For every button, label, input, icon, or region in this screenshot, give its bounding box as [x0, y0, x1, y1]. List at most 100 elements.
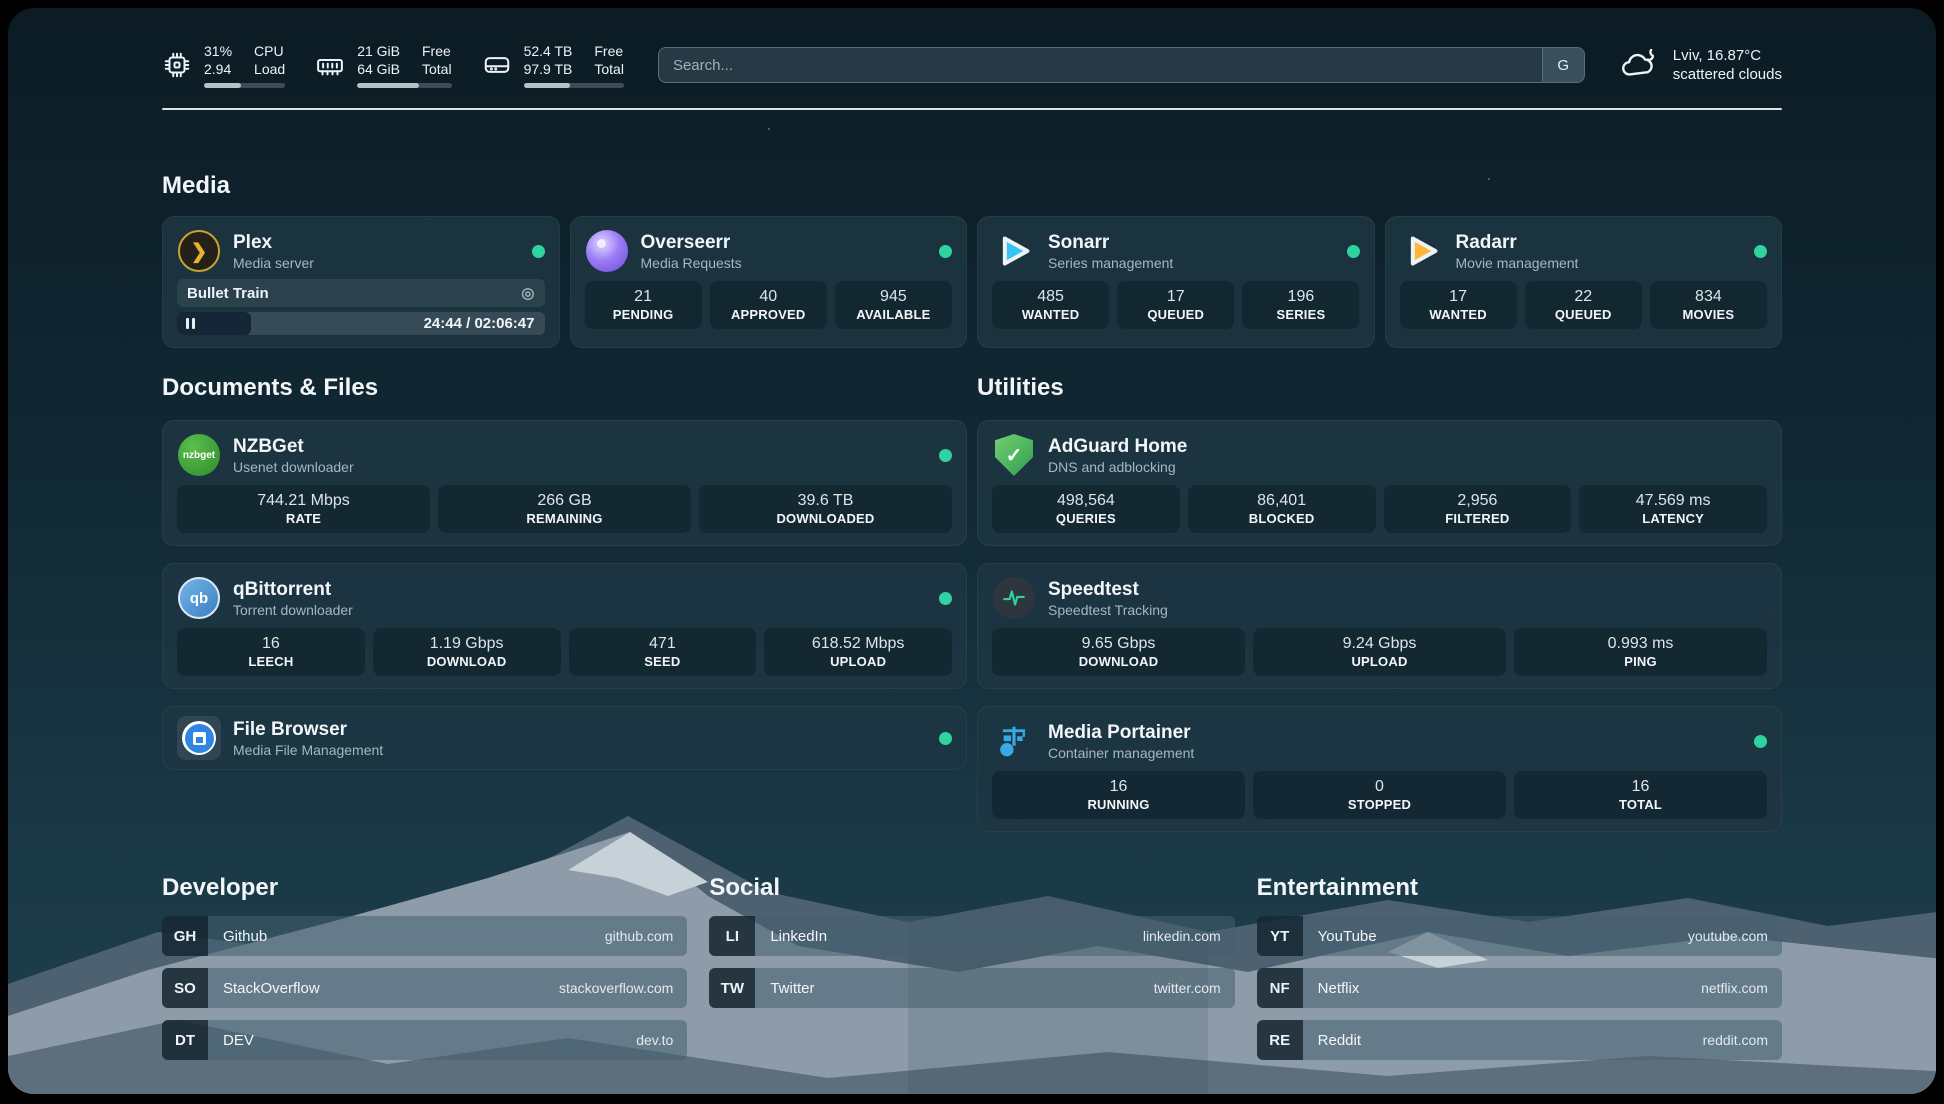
stat-box: 47.569 ms LATENCY: [1579, 485, 1767, 533]
stat-label: DOWNLOADED: [776, 511, 874, 527]
search-engine-button[interactable]: G: [1542, 48, 1584, 82]
bookmark-url: dev.to: [636, 1032, 673, 1048]
bookmark-abbr: DT: [162, 1020, 208, 1060]
stat-box: 196 SERIES: [1242, 281, 1359, 329]
memory-widget: 21 GiB 64 GiB Free Total: [315, 42, 451, 88]
bookmark-github[interactable]: GH Github github.com: [162, 916, 687, 956]
memory-total-value: 64 GiB: [357, 60, 400, 78]
adguard-card[interactable]: ✓ AdGuard Home DNS and adblocking 498,56…: [977, 420, 1782, 546]
stat-box: 39.6 TB DOWNLOADED: [699, 485, 952, 533]
bookmark-netflix[interactable]: NF Netflix netflix.com: [1257, 968, 1782, 1008]
stat-value: 1.19 Gbps: [430, 634, 504, 654]
documents-heading: Documents & Files: [162, 374, 967, 402]
stat-box: 9.65 Gbps DOWNLOAD: [992, 628, 1245, 676]
bookmark-reddit[interactable]: RE Reddit reddit.com: [1257, 1020, 1782, 1060]
bookmark-url: linkedin.com: [1143, 928, 1221, 944]
portainer-crane-icon: [992, 719, 1036, 763]
stat-value: 17: [1449, 287, 1467, 307]
bookmark-twitter[interactable]: TW Twitter twitter.com: [709, 968, 1234, 1008]
plex-card[interactable]: ❯ Plex Media server Bullet Train ◎: [162, 216, 560, 348]
playback-progress-bar[interactable]: 24:44 / 02:06:47: [177, 312, 545, 335]
weather-condition: scattered clouds: [1673, 65, 1782, 84]
playback-time: 24:44 / 02:06:47: [424, 315, 535, 332]
bookmark-abbr: LI: [709, 916, 755, 956]
qbittorrent-card[interactable]: qb qBittorrent Torrent downloader 16: [162, 563, 967, 689]
now-playing-title: Bullet Train: [187, 285, 269, 302]
scattered-clouds-icon: [1619, 49, 1659, 81]
nzbget-card[interactable]: nzbget NZBGet Usenet downloader 744.21 M…: [162, 420, 967, 546]
stat-value: 16: [1110, 777, 1128, 797]
bookmark-stackoverflow[interactable]: SO StackOverflow stackoverflow.com: [162, 968, 687, 1008]
sonarr-icon: [992, 229, 1036, 273]
service-desc: Speedtest Tracking: [1048, 601, 1168, 619]
service-name: AdGuard Home: [1048, 435, 1187, 458]
header-divider: [162, 108, 1782, 110]
service-name: Media Portainer: [1048, 721, 1194, 744]
stat-label: AVAILABLE: [856, 307, 930, 323]
stat-box: 86,401 BLOCKED: [1188, 485, 1376, 533]
bookmark-abbr: NF: [1257, 968, 1303, 1008]
bookmark-abbr: GH: [162, 916, 208, 956]
memory-free-value: 21 GiB: [357, 42, 400, 60]
portainer-card[interactable]: Media Portainer Container management 16 …: [977, 706, 1782, 832]
stat-box: 16 LEECH: [177, 628, 365, 676]
service-desc: Media File Management: [233, 741, 383, 759]
stat-label: DOWNLOAD: [427, 654, 507, 670]
stat-label: UPLOAD: [1351, 654, 1407, 670]
plex-icon: ❯: [177, 229, 221, 273]
now-playing-row[interactable]: Bullet Train ◎: [177, 279, 545, 307]
status-online-dot: [939, 592, 952, 605]
pause-icon: [186, 318, 189, 329]
documents-section: Documents & Files nzbget NZBGet Usenet d…: [162, 374, 967, 770]
service-name: Sonarr: [1048, 231, 1173, 254]
stat-label: SERIES: [1276, 307, 1325, 323]
bookmark-youtube[interactable]: YT YouTube youtube.com: [1257, 916, 1782, 956]
bookmark-url: netflix.com: [1701, 980, 1768, 996]
stat-value: 39.6 TB: [798, 491, 854, 511]
disk-total-value: 97.9 TB: [524, 60, 573, 78]
service-desc: Media server: [233, 254, 314, 272]
stat-label: STOPPED: [1348, 797, 1411, 813]
stat-value: 471: [649, 634, 676, 654]
memory-free-label: Free: [422, 42, 452, 60]
stat-box: 618.52 Mbps UPLOAD: [764, 628, 952, 676]
status-online-dot: [532, 245, 545, 258]
speedtest-card[interactable]: Speedtest Speedtest Tracking 9.65 Gbps D…: [977, 563, 1782, 689]
weather-location-temp: Lviv, 16.87°C: [1673, 46, 1782, 65]
sonarr-card[interactable]: Sonarr Series management 485 WANTED 17 Q…: [977, 216, 1375, 348]
weather-widget: Lviv, 16.87°C scattered clouds: [1619, 46, 1782, 84]
disk-icon: [482, 50, 512, 80]
bookmark-abbr: TW: [709, 968, 755, 1008]
bookmark-linkedin[interactable]: LI LinkedIn linkedin.com: [709, 916, 1234, 956]
stat-value: 485: [1037, 287, 1064, 307]
stat-box: 17 WANTED: [1400, 281, 1517, 329]
entertainment-heading: Entertainment: [1257, 874, 1782, 902]
stat-box: 266 GB REMAINING: [438, 485, 691, 533]
memory-icon: [315, 50, 345, 80]
radarr-card[interactable]: Radarr Movie management 17 WANTED 22 QUE…: [1385, 216, 1783, 348]
bookmark-name: Reddit: [1318, 1032, 1361, 1049]
stat-value: 744.21 Mbps: [257, 491, 350, 511]
stat-value: 16: [1632, 777, 1650, 797]
bookmark-dev[interactable]: DT DEV dev.to: [162, 1020, 687, 1060]
stat-label: DOWNLOAD: [1079, 654, 1159, 670]
status-online-dot: [1754, 245, 1767, 258]
stat-value: 498,564: [1057, 491, 1115, 511]
snow-flakes: [8, 8, 10, 10]
utilities-section: Utilities ✓ AdGuard Home DNS and adblock…: [977, 374, 1782, 832]
service-desc: Media Requests: [641, 254, 742, 272]
filebrowser-card[interactable]: File Browser Media File Management: [162, 706, 967, 770]
search-bar[interactable]: G: [658, 47, 1585, 83]
cpu-widget: 31% 2.94 CPU Load: [162, 42, 285, 88]
search-input[interactable]: [659, 48, 1542, 82]
social-heading: Social: [709, 874, 1234, 902]
stat-value: 21: [634, 287, 652, 307]
status-online-dot: [1754, 735, 1767, 748]
overseerr-card[interactable]: Overseerr Media Requests 21 PENDING 40 A…: [570, 216, 968, 348]
session-icon: ◎: [521, 284, 534, 302]
media-section: Media ❯ Plex Media server Bullet Train ◎: [162, 172, 1782, 348]
bookmark-url: reddit.com: [1703, 1032, 1768, 1048]
bookmark-url: youtube.com: [1688, 928, 1768, 944]
bookmark-url: twitter.com: [1154, 980, 1221, 996]
entertainment-section: Entertainment YT YouTube youtube.com NF …: [1257, 874, 1782, 1060]
